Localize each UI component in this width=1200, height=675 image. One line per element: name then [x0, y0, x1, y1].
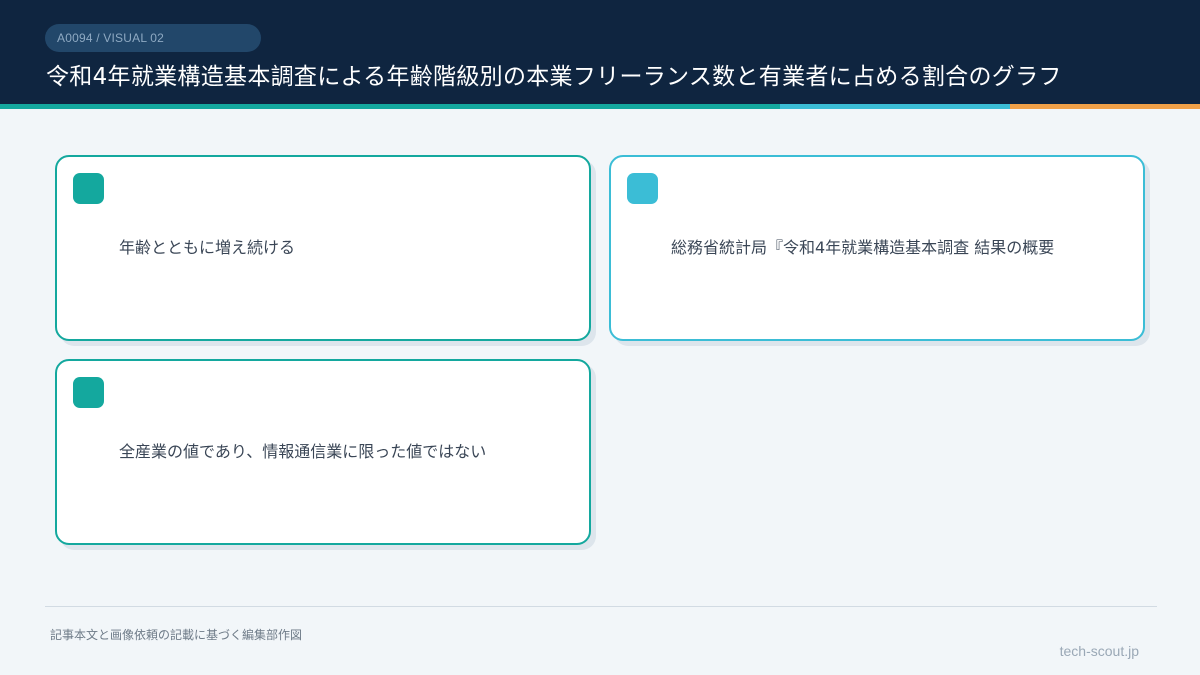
- card-marker-icon: [73, 173, 104, 204]
- page-title: 令和4年就業構造基本調査による年齢階級別の本業フリーランス数と有業者に占める割合…: [46, 64, 1062, 90]
- accent-bar-orange: [1010, 104, 1200, 109]
- header: A0094 / VISUAL 02 令和4年就業構造基本調査による年齢階級別の本…: [0, 0, 1200, 104]
- visual-id-badge: A0094 / VISUAL 02: [45, 24, 261, 52]
- footer-note: 記事本文と画像依頼の記載に基づく編集部作図: [50, 628, 303, 642]
- card-marker-icon: [73, 377, 104, 408]
- card-text: 総務省統計局『令和4年就業構造基本調査 結果の概要: [671, 238, 1055, 257]
- card-text: 年齢とともに増え続ける: [119, 238, 296, 257]
- info-card-1: 年齢とともに増え続ける: [55, 155, 591, 341]
- accent-bar-teal: [0, 104, 780, 109]
- footer-divider: [45, 606, 1157, 607]
- info-card-2: 総務省統計局『令和4年就業構造基本調査 結果の概要: [609, 155, 1145, 341]
- card-marker-icon: [627, 173, 658, 204]
- info-card-3: 全産業の値であり、情報通信業に限った値ではない: [55, 359, 591, 545]
- card-text: 全産業の値であり、情報通信業に限った値ではない: [119, 442, 487, 461]
- site-name: tech-scout.jp: [1059, 643, 1139, 659]
- accent-bar-sky: [780, 104, 1010, 109]
